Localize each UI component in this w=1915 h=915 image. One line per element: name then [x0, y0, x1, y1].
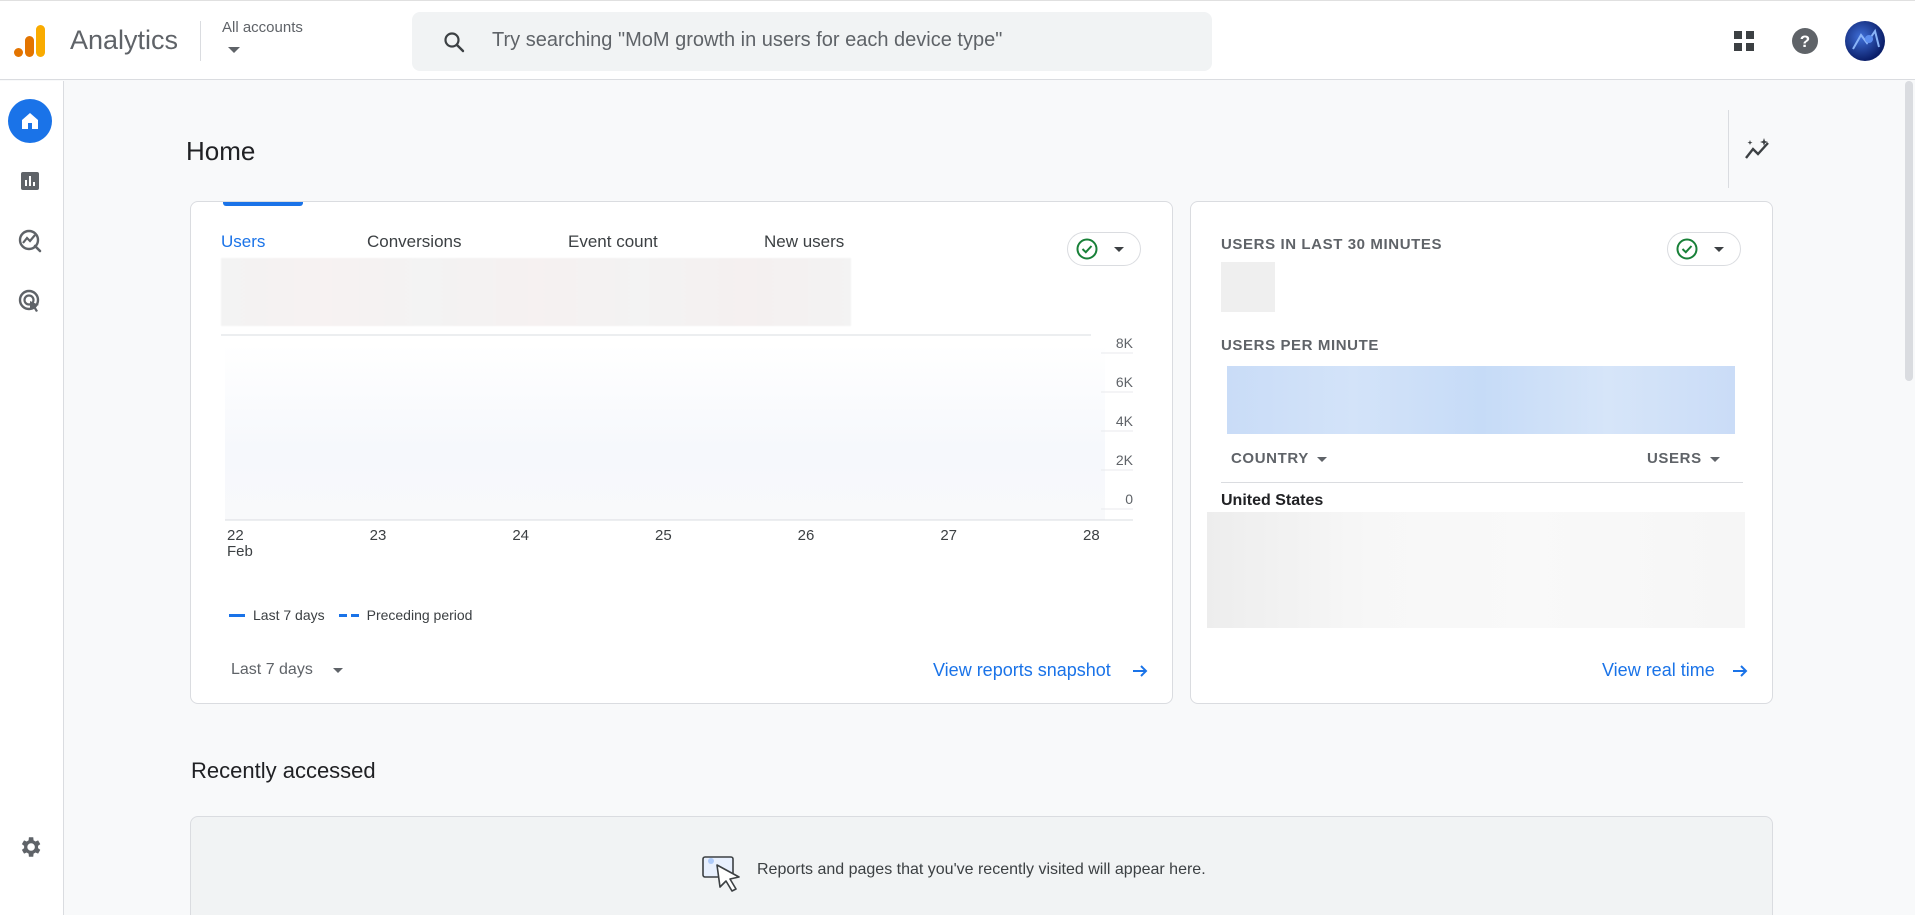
arrow-right-icon[interactable] — [1131, 662, 1149, 680]
realtime-status-button[interactable] — [1667, 232, 1741, 266]
account-selector[interactable]: All accounts — [222, 19, 303, 53]
x-tick-label: 25 — [655, 527, 672, 544]
pointer-window-icon — [702, 856, 740, 892]
chevron-down-icon — [228, 47, 240, 53]
x-month-label: Feb — [227, 543, 253, 560]
chart-plot-area-blurred — [225, 344, 1105, 520]
page-title: Home — [186, 136, 256, 166]
insights-icon[interactable] — [1742, 134, 1774, 166]
gear-icon — [21, 837, 41, 857]
chevron-down-icon[interactable] — [333, 668, 343, 673]
insights-divider — [1728, 110, 1729, 188]
legend-current-label: Last 7 days — [253, 607, 325, 623]
chevron-down-icon — [1316, 456, 1327, 462]
explore-icon — [18, 229, 42, 253]
view-reports-snapshot-link[interactable]: View reports snapshot — [933, 660, 1111, 681]
left-navigation — [0, 81, 64, 915]
search-input[interactable]: Try searching "MoM growth in users for e… — [492, 29, 1002, 52]
users-per-minute-label: USERS PER MINUTE — [1221, 337, 1379, 354]
nav-home[interactable] — [8, 99, 52, 143]
table-rows-blurred — [1207, 512, 1745, 628]
users-column-header[interactable]: USERS — [1647, 450, 1720, 467]
nav-reports[interactable] — [8, 159, 52, 203]
svg-text:?: ? — [1800, 32, 1810, 51]
chevron-down-icon — [1714, 247, 1724, 252]
users-last-30-min-label: USERS IN LAST 30 MINUTES — [1221, 236, 1443, 253]
bar-chart-icon — [21, 172, 39, 190]
recently-accessed-title: Recently accessed — [191, 758, 376, 783]
account-selector-label: All accounts — [222, 19, 303, 36]
app-title: Analytics — [70, 25, 179, 55]
nav-advertising[interactable] — [8, 279, 52, 323]
users-line-chart: 8K 6K 4K 2K 0 22 23 24 25 26 27 28 Feb — [221, 334, 1134, 560]
users-column-label: USERS — [1647, 450, 1702, 467]
tab-users[interactable]: Users — [221, 232, 265, 252]
overview-card: Users Conversions Event count New users … — [190, 201, 1173, 704]
search-icon — [444, 32, 465, 53]
help-icon[interactable]: ? — [1791, 27, 1819, 55]
y-tick-label: 6K — [1116, 374, 1134, 390]
users-last-30-min-value-blurred — [1221, 262, 1275, 312]
x-tick-label: 27 — [940, 527, 957, 544]
account-avatar[interactable] — [1845, 21, 1885, 61]
users-per-minute-bars-blurred — [1227, 366, 1735, 434]
nav-admin-settings[interactable] — [8, 825, 52, 869]
country-column-label: COUNTRY — [1231, 450, 1309, 467]
header-divider — [200, 21, 201, 61]
realtime-card: USERS IN LAST 30 MINUTES USERS PER MINUT… — [1190, 201, 1773, 704]
view-real-time-link[interactable]: View real time — [1602, 660, 1715, 681]
chevron-down-icon — [1114, 247, 1124, 252]
search-bar[interactable]: Try searching "MoM growth in users for e… — [412, 12, 1212, 71]
target-cursor-icon — [18, 289, 40, 312]
recently-accessed-empty-message: Reports and pages that you've recently v… — [757, 861, 1206, 878]
tab-event-count[interactable]: Event count — [568, 232, 658, 252]
x-tick-label: 22 — [227, 527, 244, 544]
y-tick-label: 4K — [1116, 413, 1134, 429]
legend-dashed-swatch — [338, 613, 359, 617]
top-app-bar: Analytics All accounts Try searching "Mo… — [0, 0, 1915, 80]
chevron-down-icon — [1709, 456, 1720, 462]
legend-previous-label: Preceding period — [366, 607, 473, 623]
x-tick-label: 26 — [798, 527, 815, 544]
table-row-country: United States — [1221, 492, 1324, 509]
date-range-selector[interactable]: Last 7 days — [231, 661, 313, 679]
home-icon — [22, 113, 38, 129]
nav-explore[interactable] — [8, 219, 52, 263]
country-column-header[interactable]: COUNTRY — [1231, 450, 1327, 467]
arrow-right-icon[interactable] — [1731, 662, 1749, 680]
tab-values-blurred — [221, 258, 851, 326]
x-tick-label: 28 — [1083, 527, 1100, 544]
check-circle-icon — [1076, 238, 1098, 260]
analytics-logo-icon[interactable] — [12, 23, 48, 59]
legend-solid-swatch — [229, 613, 245, 617]
tab-conversions[interactable]: Conversions — [367, 232, 462, 252]
apps-grid-icon[interactable] — [1730, 27, 1758, 55]
table-divider — [1221, 482, 1743, 483]
y-tick-label: 2K — [1116, 452, 1134, 468]
x-tick-label: 23 — [370, 527, 387, 544]
page-scrollbar[interactable] — [1905, 81, 1913, 381]
x-tick-label: 24 — [512, 527, 529, 544]
compare-status-button[interactable] — [1067, 232, 1141, 266]
recently-accessed-card: Reports and pages that you've recently v… — [190, 816, 1773, 915]
y-tick-label: 8K — [1116, 335, 1134, 351]
active-tab-indicator — [223, 202, 303, 206]
chart-legend: Last 7 days Preceding period — [229, 607, 472, 623]
y-tick-label: 0 — [1125, 491, 1133, 507]
check-circle-icon — [1676, 238, 1698, 260]
tab-new-users[interactable]: New users — [764, 232, 844, 252]
